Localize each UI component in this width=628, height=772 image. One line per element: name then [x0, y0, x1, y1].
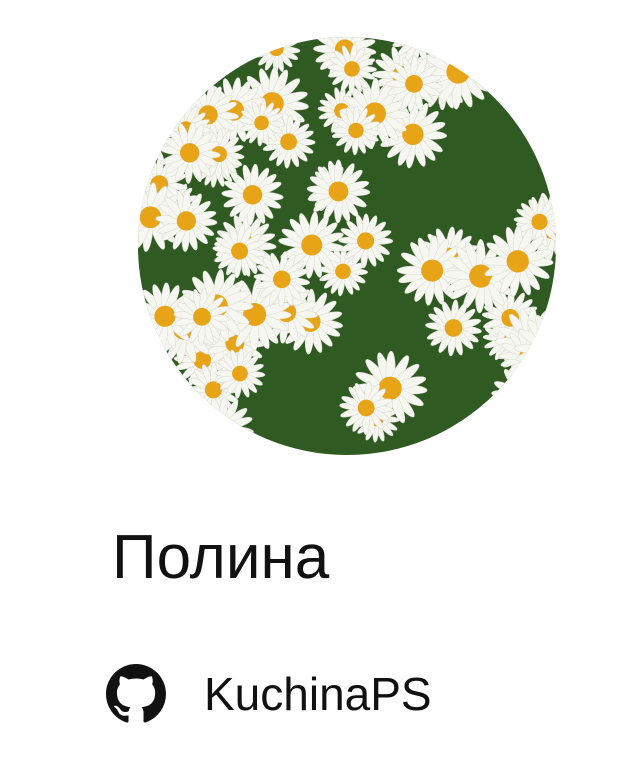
avatar — [138, 37, 556, 455]
daisy — [140, 37, 204, 78]
daisy — [138, 37, 195, 90]
github-link[interactable]: KuchinaPS — [106, 664, 432, 724]
daisy — [138, 37, 191, 77]
github-icon — [106, 664, 166, 723]
daisies-photo — [138, 37, 556, 455]
daisy — [190, 396, 254, 455]
daisy — [146, 37, 208, 68]
daisy — [159, 37, 228, 77]
daisy — [221, 163, 284, 226]
daisy — [425, 299, 482, 357]
daisy — [251, 37, 301, 73]
profile-name: Полина — [112, 523, 330, 592]
daisy — [491, 362, 556, 431]
github-username: KuchinaPS — [204, 668, 432, 720]
